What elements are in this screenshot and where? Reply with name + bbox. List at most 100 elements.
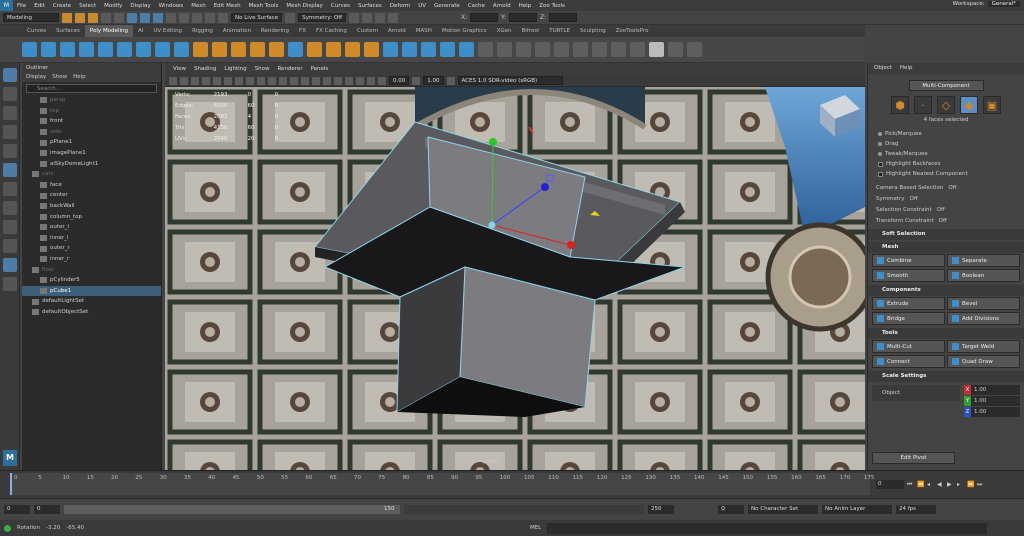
outliner-menu-help[interactable]: Help — [73, 73, 86, 82]
render-settings-icon[interactable] — [375, 12, 386, 23]
menu-modify[interactable]: Modify — [100, 3, 126, 9]
outliner-row[interactable]: center — [22, 190, 161, 201]
auto-map-icon[interactable] — [573, 42, 588, 57]
outliner-row[interactable]: side — [22, 127, 161, 138]
extrude-button[interactable]: Extrude — [872, 297, 945, 310]
unfold-icon[interactable] — [630, 42, 645, 57]
layout-outliner-icon[interactable] — [3, 239, 17, 253]
lights-icon[interactable] — [279, 76, 287, 85]
open-scene-icon[interactable] — [75, 12, 85, 23]
shelf-tab-rigging[interactable]: Rigging — [187, 25, 218, 37]
extrude-icon[interactable] — [307, 42, 322, 57]
tools-section-header[interactable]: Tools — [868, 328, 1024, 339]
gamma-field[interactable]: 1.00 — [423, 76, 444, 85]
layout-split-icon[interactable] — [3, 220, 17, 234]
bevel-icon[interactable] — [345, 42, 360, 57]
viewport-menu-panels[interactable]: Panels — [307, 66, 333, 72]
timeline-ruler[interactable]: 0 5 10 15 20 25 30 35 40 45 50 55 60 65 70 75 80 85 90 95 10… — [10, 473, 875, 495]
anim-layer-dropdown[interactable]: No Anim Layer — [822, 505, 892, 514]
camera-based-selection-row[interactable]: Camera Based Selection Off — [868, 183, 1024, 194]
toolkit-menu-help[interactable]: Help — [900, 63, 913, 74]
menu-arnold[interactable]: Arnold — [489, 3, 515, 9]
shelf-tab-surfaces[interactable]: Surfaces — [51, 25, 85, 37]
outliner-menu-show[interactable]: Show — [52, 73, 67, 82]
image-plane-icon[interactable] — [202, 76, 210, 85]
inner-start-field[interactable]: 0 — [34, 505, 60, 514]
poly-cylinder-icon[interactable] — [60, 42, 75, 57]
outliner-row[interactable]: pPlane1 — [22, 137, 161, 148]
menu-generate[interactable]: Generate — [430, 3, 464, 9]
viewport-menu-lighting[interactable]: Lighting — [220, 66, 250, 72]
step-forward-key-icon[interactable]: ⏩ — [967, 481, 974, 488]
snap-point-icon[interactable] — [192, 12, 202, 23]
selection-constraint-row[interactable]: Selection Constraint Off — [868, 205, 1024, 216]
workspace-selector[interactable]: Workspace: General* — [953, 1, 1020, 7]
colorspace-dropdown[interactable]: ACES 1.0 SDR-video (sRGB) — [457, 76, 563, 85]
exposure-field[interactable]: 0.00 — [389, 76, 410, 85]
grid-icon[interactable] — [213, 76, 221, 85]
separate-button[interactable]: Separate — [947, 254, 1020, 267]
backface-icon[interactable] — [367, 76, 375, 85]
play-forward-icon[interactable]: ▶ — [947, 481, 954, 488]
menu-select[interactable]: Select — [75, 3, 100, 9]
start-frame-field[interactable]: 0 — [4, 505, 30, 514]
object-mode-icon[interactable]: ⬢ — [891, 96, 909, 114]
shelf-tab-poly-modeling[interactable]: Poly Modeling — [84, 25, 133, 37]
poly-torus-icon[interactable] — [98, 42, 113, 57]
layout-icon[interactable] — [649, 42, 664, 57]
outliner-row[interactable]: cats — [22, 169, 161, 180]
viewport-menu-renderer[interactable]: Renderer — [273, 66, 306, 72]
poly-plane-icon[interactable] — [117, 42, 132, 57]
shelf-tab-rendering[interactable]: Rendering — [256, 25, 294, 37]
outliner-search-input[interactable]: Search... — [26, 84, 157, 93]
textured-icon[interactable] — [268, 76, 276, 85]
combine-button[interactable]: Combine — [872, 254, 945, 267]
delete-history-icon[interactable] — [516, 42, 531, 57]
set-tool-icon[interactable] — [687, 42, 702, 57]
character-set-icon[interactable]: ⛭ — [718, 505, 744, 514]
scale-y-field[interactable]: 1.00 — [971, 396, 1020, 406]
center-pivot-icon[interactable] — [478, 42, 493, 57]
cut-uv-icon[interactable] — [592, 42, 607, 57]
wireframe-icon[interactable] — [246, 76, 254, 85]
mirror-icon[interactable] — [288, 42, 303, 57]
outliner-row[interactable]: column_top — [22, 212, 161, 223]
transform-constraint-row[interactable]: Transform Constraint Off — [868, 216, 1024, 227]
super-shape-icon[interactable] — [174, 42, 189, 57]
platonic-icon[interactable] — [155, 42, 170, 57]
shelf-tab-bifrost[interactable]: Bifrost — [517, 25, 545, 37]
viewport-3d[interactable]: Verts: 2193 0 0 Edges: 4250 60 0 Faces: 2092 4 0 Tri… — [165, 87, 865, 470]
range-bar[interactable]: 150 — [64, 505, 400, 514]
menu-zoo-tools[interactable]: Zoo Tools — [535, 3, 569, 9]
separate-icon[interactable] — [212, 42, 227, 57]
poly-sphere-icon[interactable] — [22, 42, 37, 57]
shelf-tab-animation[interactable]: Animation — [218, 25, 256, 37]
ipr-render-icon[interactable] — [362, 12, 373, 23]
target-weld-icon[interactable] — [402, 42, 417, 57]
face-mode-icon[interactable]: ◆ — [960, 96, 978, 114]
xray-joints-icon[interactable] — [356, 76, 364, 85]
offset-edge-loop-icon[interactable] — [440, 42, 455, 57]
new-scene-icon[interactable] — [62, 12, 72, 23]
tweak-marquee-option[interactable]: Tweak/Marquee — [868, 149, 1024, 159]
menu-windows[interactable]: Windows — [155, 3, 188, 9]
outliner-row[interactable]: backWall — [22, 201, 161, 212]
shelf-tab-curves[interactable]: Curves — [22, 25, 51, 37]
menu-mesh[interactable]: Mesh — [187, 3, 209, 9]
connect-button[interactable]: Connect — [872, 355, 945, 368]
dof-icon[interactable] — [323, 76, 331, 85]
character-set-dropdown[interactable]: No Character Set — [748, 505, 818, 514]
menu-display[interactable]: Display — [126, 3, 154, 9]
menu-mesh-display[interactable]: Mesh Display — [282, 3, 327, 9]
drag-option[interactable]: Drag — [868, 139, 1024, 149]
end-frame-field[interactable]: 250 — [648, 505, 674, 514]
shelf-tab-mash[interactable]: MASH — [411, 25, 437, 37]
menu-cache[interactable]: Cache — [464, 3, 489, 9]
current-frame-field[interactable]: 0 — [876, 480, 904, 489]
scale-z-field[interactable]: 1.00 — [971, 407, 1020, 417]
step-forward-icon[interactable]: ▸ — [957, 481, 964, 488]
pick-marquee-option[interactable]: Pick/Marquee — [868, 129, 1024, 139]
select-hierarchy-icon[interactable] — [127, 12, 137, 23]
outliner-row[interactable]: outer_l — [22, 222, 161, 233]
gamma-icon[interactable] — [412, 76, 421, 85]
